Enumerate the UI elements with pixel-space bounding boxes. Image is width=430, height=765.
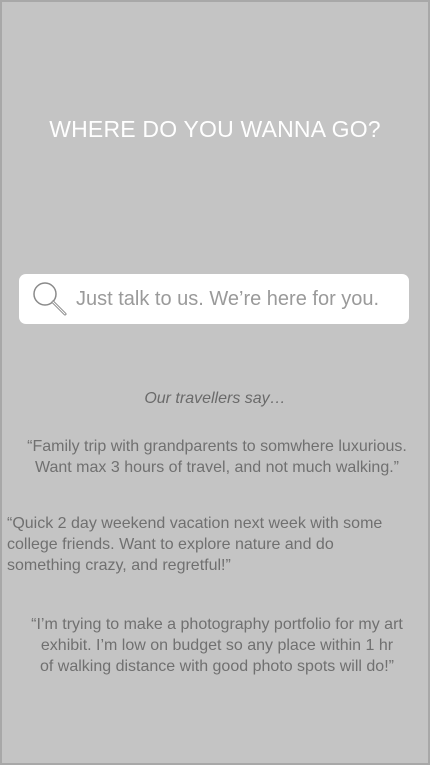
testimonial-quote: “Quick 2 day weekend vacation next week … <box>7 515 383 574</box>
testimonial-quote: “I’m trying to make a photography portfo… <box>31 616 403 675</box>
testimonials-heading: Our travellers say… <box>144 390 286 407</box>
search-icon[interactable] <box>31 280 69 318</box>
app-screen: WHERE DO YOU WANNA GO? Our travellers sa… <box>0 0 430 765</box>
page-title: WHERE DO YOU WANNA GO? <box>49 116 381 142</box>
search-input[interactable] <box>76 287 396 311</box>
search-bar[interactable] <box>19 274 409 324</box>
testimonial-quote: “Family trip with grandparents to somwhe… <box>27 438 407 476</box>
